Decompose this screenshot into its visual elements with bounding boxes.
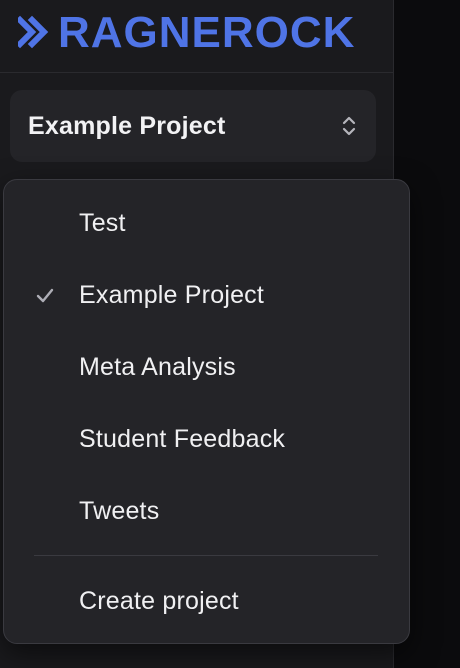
project-menu-item-student-feedback[interactable]: Student Feedback [4,411,409,467]
project-menu-item-label: Example Project [79,280,265,309]
create-project-label: Create project [79,586,239,615]
menu-separator [34,555,378,556]
brand-name: RAGNEROCK [58,8,356,57]
create-project-menu-item[interactable]: Create project [4,573,409,629]
project-menu-item-label: Student Feedback [79,424,286,453]
project-menu-item-example-project[interactable]: Example Project [4,267,409,323]
project-menu-item-test[interactable]: Test [4,195,409,251]
project-menu-item-label: Tweets [79,496,160,525]
brand-logo-mark-icon [15,14,52,50]
brand-logo[interactable]: RAGNEROCK [15,8,356,57]
project-menu-item-label: Test [79,208,126,237]
sidebar-divider [0,72,394,73]
project-select-label: Example Project [28,111,226,140]
checkmark-icon [34,284,56,306]
project-select[interactable]: Example Project [10,90,376,162]
project-menu: Test Example Project Meta Analysis Stude… [4,180,409,643]
chevron-updown-icon [340,113,358,139]
project-menu-item-tweets[interactable]: Tweets [4,483,409,539]
project-dropdown-menu: Test Example Project Meta Analysis Stude… [3,179,410,644]
project-menu-item-label: Meta Analysis [79,352,236,381]
project-menu-item-meta-analysis[interactable]: Meta Analysis [4,339,409,395]
